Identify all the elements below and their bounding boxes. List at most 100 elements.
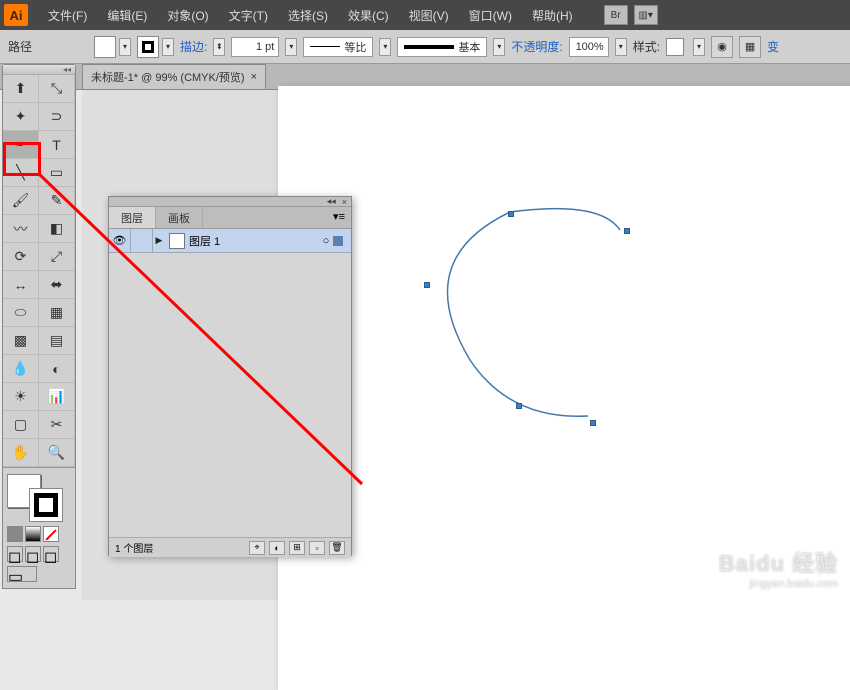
document-tab-title: 未标题-1* @ 99% (CMYK/预览) — [91, 69, 245, 85]
free-transform-tool[interactable]: ⬌ — [39, 271, 75, 299]
eraser-tool[interactable]: ◧ — [39, 215, 75, 243]
brush-dropdown-icon[interactable]: ▾ — [493, 38, 505, 56]
recolor-icon[interactable]: ◉ — [711, 36, 733, 58]
rotate-tool[interactable]: ⟳ — [3, 243, 39, 271]
zoom-tool[interactable]: 🔍 — [39, 439, 75, 467]
anchor-point[interactable] — [424, 282, 430, 288]
lock-cell[interactable] — [131, 229, 153, 252]
type-tool[interactable]: T — [39, 131, 75, 159]
locate-object-icon[interactable]: ⌖ — [249, 541, 265, 555]
screen-mode-icon[interactable]: ▭ — [7, 566, 37, 582]
draw-normal-icon[interactable]: ◻ — [7, 546, 23, 562]
stroke-decrement-icon[interactable]: ⬍ — [213, 38, 225, 56]
tool-panel-grip[interactable]: ◂◂ — [3, 65, 75, 75]
delete-layer-icon[interactable]: 🗑 — [329, 541, 345, 555]
blob-brush-tool[interactable]: 〰 — [3, 215, 39, 243]
new-layer-icon[interactable]: ▫ — [309, 541, 325, 555]
menu-text[interactable]: 文字(T) — [219, 1, 278, 30]
fill-swatch[interactable] — [94, 36, 116, 58]
column-graph-tool[interactable]: 📊 — [39, 383, 75, 411]
tab-artboards[interactable]: 画板 — [156, 207, 203, 228]
stroke-dropdown-icon[interactable]: ▾ — [162, 38, 174, 56]
document-tab[interactable]: 未标题-1* @ 99% (CMYK/预览) × — [82, 64, 266, 89]
profile-dropdown-icon[interactable]: ▾ — [379, 38, 391, 56]
panel-grip[interactable]: ◂◂ × — [109, 197, 351, 207]
target-icon[interactable]: ○ — [323, 235, 330, 247]
selection-tool[interactable]: ⬆ — [3, 75, 39, 103]
fill-swatch-group[interactable]: ▾ — [94, 36, 131, 58]
paintbrush-tool[interactable]: 🖌 — [3, 187, 39, 215]
eyedropper-tool[interactable]: 💧 — [3, 355, 39, 383]
stroke-swatch-group[interactable]: ▾ — [137, 36, 174, 58]
pencil-tool[interactable]: ✎ — [39, 187, 75, 215]
stroke-label[interactable]: 描边: — [180, 38, 207, 55]
menu-window[interactable]: 窗口(W) — [459, 1, 522, 30]
anchor-point[interactable] — [624, 228, 630, 234]
brush-definition[interactable]: 基本 — [397, 37, 487, 57]
layers-footer: 1 个图层 ⌖ ◐ ⊞ ▫ 🗑 — [109, 537, 351, 557]
menu-select[interactable]: 选择(S) — [278, 1, 338, 30]
pen-tool[interactable]: ✒ — [3, 131, 39, 159]
menu-view[interactable]: 视图(V) — [399, 1, 459, 30]
draw-inside-icon[interactable]: ◻ — [43, 546, 59, 562]
visibility-icon[interactable]: 👁 — [109, 229, 131, 252]
layer-name[interactable]: 图层 1 — [189, 233, 220, 249]
panel-menu-icon[interactable]: ▾≡ — [327, 207, 351, 228]
scale-tool[interactable]: ⤢ — [39, 243, 75, 271]
anchor-point[interactable] — [508, 211, 514, 217]
close-icon[interactable]: × — [342, 197, 347, 207]
menu-effect[interactable]: 效果(C) — [338, 1, 399, 30]
bezier-path[interactable] — [420, 200, 660, 440]
watermark-brand: Baidu 经验 — [719, 546, 838, 578]
mesh-tool[interactable]: ▩ — [3, 327, 39, 355]
menu-object[interactable]: 对象(O) — [157, 1, 218, 30]
tab-layers[interactable]: 图层 — [109, 207, 156, 228]
variable-width-profile[interactable]: 等比 — [303, 37, 373, 57]
hand-tool[interactable]: ✋ — [3, 439, 39, 467]
rectangle-tool[interactable]: ▭ — [39, 159, 75, 187]
lasso-tool[interactable]: ⊃ — [39, 103, 75, 131]
gradient-tool[interactable]: ▤ — [39, 327, 75, 355]
fill-dropdown-icon[interactable]: ▾ — [119, 38, 131, 56]
app-logo: Ai — [4, 4, 28, 26]
transform-label[interactable]: 变 — [767, 38, 779, 55]
none-mode-icon[interactable] — [43, 526, 59, 542]
clipping-mask-icon[interactable]: ◐ — [269, 541, 285, 555]
anchor-point[interactable] — [590, 420, 596, 426]
bridge-button[interactable]: Br — [604, 5, 628, 25]
anchor-point[interactable] — [516, 403, 522, 409]
line-tool[interactable]: ╲ — [3, 159, 39, 187]
menu-help[interactable]: 帮助(H) — [522, 1, 583, 30]
blend-tool[interactable]: ◐ — [39, 355, 75, 383]
gradient-mode-icon[interactable] — [25, 526, 41, 542]
new-sublayer-icon[interactable]: ⊞ — [289, 541, 305, 555]
symbol-sprayer-tool[interactable]: ☀ — [3, 383, 39, 411]
workspace-button[interactable]: ▥▾ — [634, 5, 658, 25]
stroke-swatch[interactable] — [137, 36, 159, 58]
color-mode-icon[interactable] — [7, 526, 23, 542]
style-dropdown-icon[interactable]: ▾ — [693, 38, 705, 56]
draw-behind-icon[interactable]: ◻ — [25, 546, 41, 562]
menu-edit[interactable]: 编辑(E) — [97, 1, 157, 30]
close-icon[interactable]: × — [251, 71, 257, 83]
slice-tool[interactable]: ✂ — [39, 411, 75, 439]
shape-builder-tool[interactable]: ⬭ — [3, 299, 39, 327]
collapse-icon[interactable]: ◂◂ — [327, 196, 336, 207]
magic-wand-tool[interactable]: ✦ — [3, 103, 39, 131]
opacity-label[interactable]: 不透明度: — [511, 38, 562, 55]
layer-row[interactable]: 👁 ▶ 图层 1 ○ — [109, 229, 351, 253]
align-icon[interactable]: ▦ — [739, 36, 761, 58]
stroke-color-box[interactable] — [29, 488, 63, 522]
direct-selection-tool[interactable]: ⤡ — [39, 75, 75, 103]
watermark: Baidu 经验 jingyan.baidu.com — [719, 546, 838, 590]
width-tool[interactable]: ↔ — [3, 271, 39, 299]
opacity-input[interactable]: 100% — [569, 37, 609, 57]
perspective-grid-tool[interactable]: ▦ — [39, 299, 75, 327]
stroke-weight-dropdown-icon[interactable]: ▾ — [285, 38, 297, 56]
graphic-style-swatch[interactable] — [666, 38, 684, 56]
artboard-tool[interactable]: ▢ — [3, 411, 39, 439]
opacity-dropdown-icon[interactable]: ▾ — [615, 38, 627, 56]
disclosure-icon[interactable]: ▶ — [153, 235, 165, 246]
stroke-weight-input[interactable]: 1 pt — [231, 37, 279, 57]
menu-file[interactable]: 文件(F) — [38, 1, 97, 30]
